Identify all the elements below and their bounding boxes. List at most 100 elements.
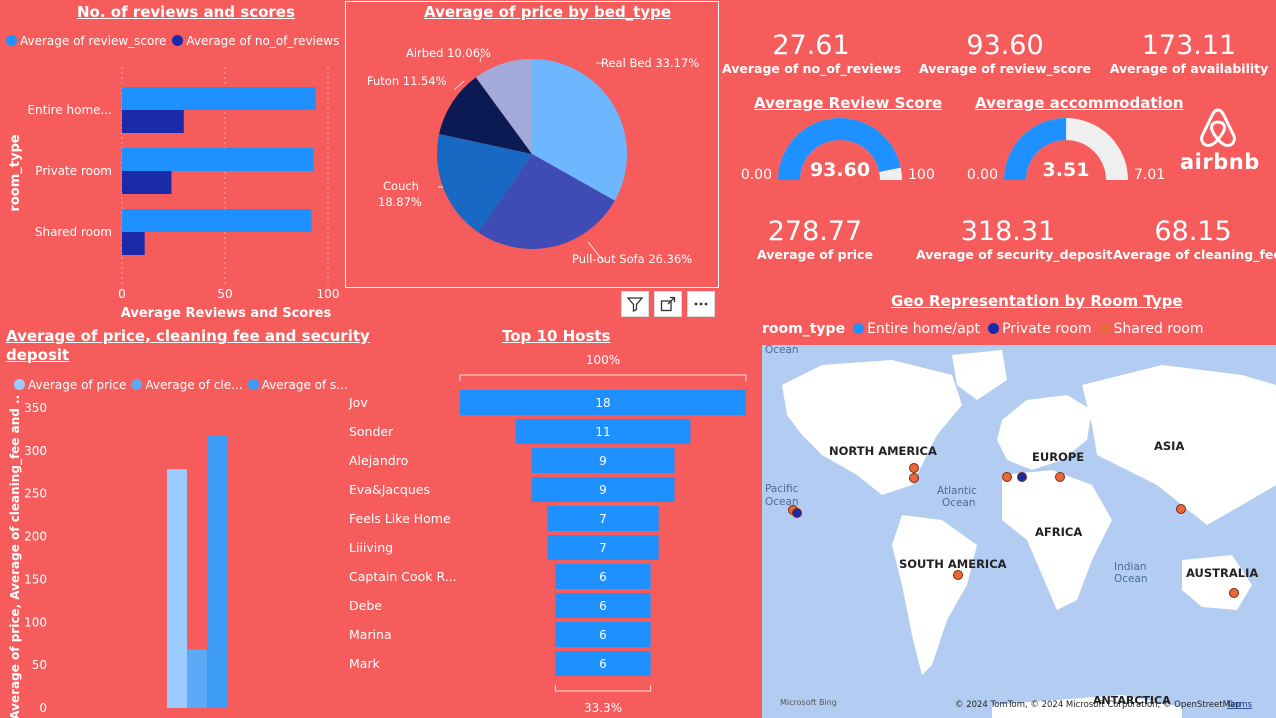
geo-map[interactable]: NORTH AMERICA EUROPE ASIA AFRICA SOUTH AMERI…: [762, 345, 1276, 718]
tick-label: 100: [317, 287, 340, 301]
legend-item-price[interactable]: Average of price: [14, 378, 126, 392]
legend-item-private-room[interactable]: Private room: [988, 321, 1092, 337]
kpi-value: 68.15: [1154, 216, 1232, 247]
kpi-security-deposit: 318.31 Average of security_deposit: [916, 216, 1113, 262]
kpi-label: Average of cleaning_fee: [1113, 247, 1276, 262]
kpi-availability: 173.11 Average of availability: [1105, 30, 1273, 76]
bar-price: [167, 469, 187, 708]
map-label: ASIA: [1154, 439, 1184, 453]
kpi-value: 278.77: [767, 216, 863, 247]
bar-security-deposit: [207, 435, 227, 708]
map-marker: [1176, 504, 1186, 514]
bar-no-of-reviews: [122, 110, 184, 133]
tick-label: 50: [32, 658, 47, 672]
map-label: Ocean: [942, 497, 976, 509]
map-label: Pacific: [765, 483, 799, 495]
bing-logo: Microsoft Bing: [780, 698, 837, 707]
funnel-value-label: 11: [595, 425, 610, 439]
kpi-label: Average of no_of_reviews: [722, 61, 902, 76]
pie-label: Pull-out Sofa 26.36%: [572, 252, 692, 266]
funnel-bottom-pct: 33.3%: [584, 701, 622, 715]
funnel-value-label: 6: [599, 570, 607, 584]
legend-item-security-deposit[interactable]: Average of s...: [247, 378, 348, 392]
funnel-bottom-bracket: [554, 685, 652, 692]
host-name-label: Jov: [348, 395, 368, 410]
hosts-funnel-chart: 100% 18 Jov 11 Sonder 9 Alejandro 9 Eva&Jacques 7…: [348, 353, 747, 715]
map-terms-link[interactable]: Terms: [1226, 700, 1253, 710]
map-marker: [953, 570, 963, 580]
host-name-label: Captain Cook R...: [349, 569, 457, 584]
legend-item-cleaning-fee[interactable]: Average of cle...: [131, 378, 243, 392]
reviews-chart-legend: Average of review_score Average of no_of…: [6, 34, 339, 48]
reviews-chart-title: No. of reviews and scores: [77, 3, 295, 21]
host-name-label: Mark: [349, 656, 381, 671]
x-axis-title: Average Reviews and Scores: [121, 306, 332, 321]
pie-chart-title: Average of price by bed_type: [424, 3, 672, 21]
funnel-value-label: 9: [599, 454, 607, 468]
gauge-accommodation-title: Average accommodation: [975, 94, 1184, 112]
funnel-value-label: 6: [599, 599, 607, 613]
focus-mode-icon: [660, 296, 676, 312]
legend-item-review-score[interactable]: Average of review_score: [6, 34, 166, 48]
gauge-max: 100: [908, 167, 935, 183]
map-label: Ocean: [1114, 573, 1148, 585]
kpi-label: Average of security_deposit: [916, 247, 1113, 262]
more-options-button[interactable]: [687, 291, 715, 317]
map-marker: [792, 508, 802, 518]
kpi-value: 27.61: [772, 30, 850, 61]
kpi-no-of-reviews: 27.61 Average of no_of_reviews: [722, 30, 902, 76]
kpi-label: Average of availability: [1109, 61, 1269, 76]
map-marker: [1002, 472, 1012, 482]
funnel-value-label: 6: [599, 657, 607, 671]
bar-review-score: [122, 148, 314, 171]
focus-mode-button[interactable]: [654, 291, 682, 317]
host-name-label: Alejandro: [349, 453, 408, 468]
host-name-label: Liiiving: [349, 540, 393, 555]
price-chart-title: Average of price, cleaning fee and secur…: [6, 327, 370, 364]
legend-item-no-of-reviews[interactable]: Average of no_of_reviews: [172, 34, 339, 48]
gauge-review-title: Average Review Score: [754, 94, 943, 112]
kpi-price: 278.77 Average of price: [735, 216, 895, 262]
more-options-icon: [694, 302, 708, 306]
map-label: Ocean: [765, 345, 799, 356]
map-marker: [1055, 472, 1065, 482]
map-marker: [1229, 588, 1239, 598]
filter-button[interactable]: [621, 291, 649, 317]
tick-label: 0: [118, 287, 126, 301]
map-title: Geo Representation by Room Type: [891, 292, 1183, 310]
map-marker: [909, 473, 919, 483]
gauge-accommodation: 3.51 0.00 7.01: [967, 118, 1165, 183]
bar-no-of-reviews: [122, 171, 172, 194]
category-label: Private room: [35, 164, 112, 178]
pie-label: Airbed 10.06%: [406, 46, 491, 60]
map-label: NORTH AMERICA: [829, 444, 937, 458]
category-label: Entire home...: [27, 103, 112, 117]
map-legend: room_type Entire home/apt Private room S…: [762, 321, 1204, 337]
legend-item-shared-room[interactable]: Shared room: [1099, 321, 1204, 337]
map-attribution: © 2024 TomTom, © 2024 Microsoft Corporat…: [955, 700, 1241, 710]
kpi-value: 318.31: [960, 216, 1056, 247]
price-chart-legend: Average of price Average of cle... Avera…: [14, 378, 348, 392]
host-name-label: Debe: [349, 598, 382, 613]
bar-no-of-reviews: [122, 232, 145, 255]
host-name-label: Feels Like Home: [349, 511, 451, 526]
funnel-top-pct: 100%: [586, 353, 620, 367]
pie-label: Couch: [383, 179, 419, 193]
gauge-min: 0.00: [967, 167, 998, 183]
kpi-label: Average of price: [757, 247, 873, 262]
host-name-label: Marina: [349, 627, 392, 642]
legend-item-entire-home[interactable]: Entire home/apt: [853, 321, 980, 337]
kpi-label: Average of review_score: [918, 61, 1092, 76]
tick-label: 100: [24, 615, 47, 629]
funnel-top-bracket: [459, 374, 747, 381]
map-legend-title: room_type: [762, 321, 846, 337]
y-axis-title: Average of price, Average of cleaning_fe…: [8, 395, 23, 718]
gauge-value: 3.51: [1043, 159, 1090, 181]
tick-label: 50: [217, 287, 232, 301]
leader-line: [453, 80, 465, 91]
funnel-value-label: 18: [595, 396, 610, 410]
tick-label: 200: [24, 530, 47, 544]
gauge-value: 93.60: [810, 159, 870, 181]
gauge-max: 7.01: [1134, 167, 1165, 183]
funnel-value-label: 9: [599, 483, 607, 497]
